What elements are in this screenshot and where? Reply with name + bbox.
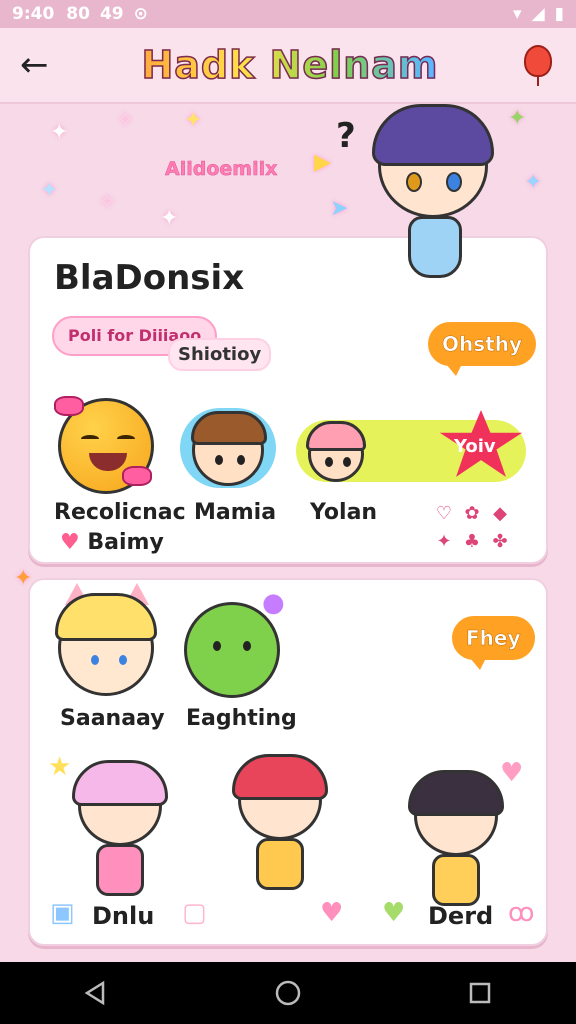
character-label: Mamia: [194, 500, 277, 525]
speech-bubble-button[interactable]: Ohsthy: [428, 322, 536, 376]
flower-icon[interactable]: ✤: [486, 528, 514, 556]
bag-icon[interactable]: ▣: [50, 898, 75, 928]
app-title: Hadk Nelnam: [60, 42, 520, 88]
home-circle-icon: [275, 980, 301, 1006]
character-label: Recolicnac: [54, 500, 186, 525]
back-triangle-icon: [84, 980, 105, 1006]
hero-subtitle: Aiidoemiix: [165, 158, 278, 181]
cup-icon[interactable]: ▢: [182, 898, 207, 928]
arrow-left-icon: ←: [20, 45, 49, 85]
sparkle-icon[interactable]: ✦: [430, 528, 458, 556]
status-indicator-1: 80: [66, 4, 90, 24]
bottom-label: Derd: [428, 902, 494, 930]
flower-icon[interactable]: ✿: [458, 500, 486, 528]
star-icon: ✦: [40, 178, 59, 203]
heart-icon: ♥: [60, 530, 80, 555]
bow-icon: [122, 466, 152, 486]
heart-icon[interactable]: ♡: [430, 500, 458, 528]
balloon-icon: [524, 45, 552, 77]
status-bar: 9:40 80 49 ⊙ ▾ ◢ ▮: [0, 0, 576, 28]
nav-home-button[interactable]: [268, 973, 308, 1013]
heart-bubble-icon: ♥: [500, 758, 524, 788]
status-time: 9:40: [12, 4, 55, 24]
star-badge-label: Yoiv: [454, 436, 496, 457]
signal-icon: ◢: [531, 4, 545, 24]
fox-girl-avatar[interactable]: [55, 583, 157, 696]
mini-icon-grid: ♡ ✿ ◆ ✦ ♣ ✤: [430, 500, 530, 556]
back-button[interactable]: ←: [20, 45, 60, 85]
star-icon: ★: [48, 752, 72, 782]
star-icon: ✦: [524, 170, 543, 195]
gem-icon[interactable]: ◆: [486, 500, 514, 528]
sparkle-icon: ✦: [50, 120, 69, 145]
red-hair-character[interactable]: [230, 754, 330, 900]
star-icon: ✦: [508, 106, 527, 131]
sparkle-icon: ✦: [160, 206, 179, 231]
system-nav-bar: [0, 962, 576, 1024]
character-label: Saanaay: [60, 706, 165, 731]
heart-bubble-icon[interactable]: ♥: [382, 898, 405, 928]
hero-character[interactable]: [370, 104, 500, 292]
nav-recents-button[interactable]: [460, 973, 500, 1013]
status-indicator-2: 49: [99, 4, 124, 24]
speech-bubble-button[interactable]: Fhey: [452, 616, 535, 670]
bow-icon: [54, 396, 84, 416]
star-icon: ✧: [98, 190, 117, 215]
bottom-label: Dnlu: [92, 902, 155, 930]
card-title: BlaDonsix: [54, 258, 245, 298]
recents-square-icon: [469, 982, 491, 1004]
nav-back-button[interactable]: [76, 973, 116, 1013]
shadow-tag[interactable]: Shiotioy: [168, 338, 272, 371]
balloon-button[interactable]: [520, 43, 556, 87]
character-sublabel: ♥ Baimy: [60, 530, 164, 555]
paper-plane-icon: ➤: [330, 196, 349, 221]
dark-hair-character[interactable]: [406, 770, 506, 916]
app-header: ← Hadk Nelnam: [0, 28, 576, 104]
girl-avatar[interactable]: [306, 421, 366, 482]
notification-icon: ⊙: [133, 4, 148, 24]
triangle-icon: ▶: [314, 150, 331, 175]
battery-icon: ▮: [554, 4, 564, 24]
star-icon: ✦: [184, 108, 203, 133]
character-label: Eaghting: [186, 706, 297, 731]
balloon-icon: ●: [262, 588, 285, 618]
swirl-icon[interactable]: ꝏ: [508, 898, 534, 928]
star-icon: ✧: [116, 108, 135, 133]
wifi-icon: ▾: [513, 4, 522, 24]
character-label: Yolan: [310, 500, 378, 525]
cat-boy-avatar[interactable]: [191, 411, 267, 486]
pink-hair-character[interactable]: [70, 760, 170, 906]
characters-card: Fhey ● Saanaay Eaghting ★ ♥ ▣ Dnlu ▢ ♥ ♥…: [28, 578, 548, 946]
clover-icon[interactable]: ♣: [458, 528, 486, 556]
question-bubble-icon: ?: [336, 116, 356, 156]
heart-icon[interactable]: ♥: [320, 898, 343, 928]
